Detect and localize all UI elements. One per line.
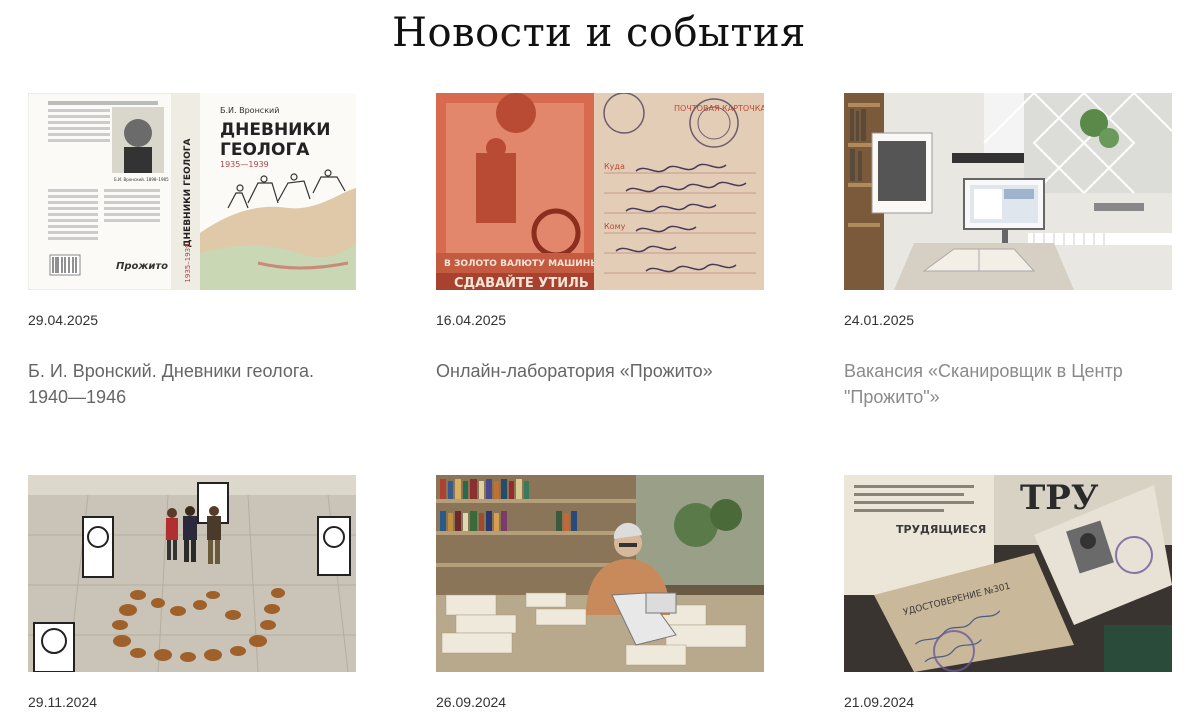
page-title: Новости и события <box>392 10 806 56</box>
library-desk-image[interactable] <box>436 475 764 672</box>
news-date: 24.01.2025 <box>844 312 915 328</box>
scanner-room-image[interactable] <box>844 93 1172 290</box>
poster-slogan: СДАВАЙТЕ УТИЛЬ <box>454 275 589 290</box>
postcard-label-where: Куда <box>604 162 625 171</box>
exhibition-hall-image[interactable] <box>28 475 356 672</box>
party-card-image[interactable]: ТРУ ТРУДЯЩИЕСЯ УДОСТОВЕРЕНИЕ №301 <box>844 475 1172 672</box>
publisher-logo: Прожито <box>116 261 168 272</box>
book-title-line1: ДНЕВНИКИ <box>220 120 331 140</box>
news-date: 16.04.2025 <box>436 312 507 328</box>
news-date: 29.11.2024 <box>28 694 98 710</box>
newspaper-banner: ТРУДЯЩИЕСЯ <box>896 523 986 536</box>
news-title[interactable]: Онлайн-лаборатория «Прожито» <box>436 358 764 384</box>
news-date: 29.04.2025 <box>28 312 99 328</box>
news-title[interactable]: Вакансия «Сканировщик в Центр "Прожито"» <box>844 358 1172 410</box>
book-author: Б.И. Вронский <box>220 106 279 115</box>
news-title[interactable]: Б. И. Вронский. Дневники геолога. 1940—1… <box>28 358 356 410</box>
photo-caption: Б.И. Вронский. 1898–1985 <box>114 177 169 182</box>
book-years: 1935—1939 <box>220 160 269 169</box>
postcard-image[interactable]: В ЗОЛОТО ВАЛЮТУ МАШИНЫ СДАВАЙТЕ УТИЛЬ ПО… <box>436 93 764 290</box>
spine-years: 1935–1939 <box>184 243 192 282</box>
news-date: 26.09.2024 <box>436 694 507 710</box>
postcard-label-whom: Кому <box>604 222 626 231</box>
poster-banner: В ЗОЛОТО ВАЛЮТУ МАШИНЫ <box>444 259 600 269</box>
postcard-header: ПОЧТОВАЯ КАРТОЧКА <box>674 104 764 113</box>
book-cover-image[interactable]: Б.И. Вронский. 1898–1985 Прожито ДНЕВНИК… <box>28 93 356 290</box>
newspaper-masthead: ТРУ <box>1020 478 1099 518</box>
book-title-line2: ГЕОЛОГА <box>220 140 310 160</box>
spine-title: ДНЕВНИКИ ГЕОЛОГА <box>183 138 193 247</box>
news-date: 21.09.2024 <box>844 694 915 710</box>
